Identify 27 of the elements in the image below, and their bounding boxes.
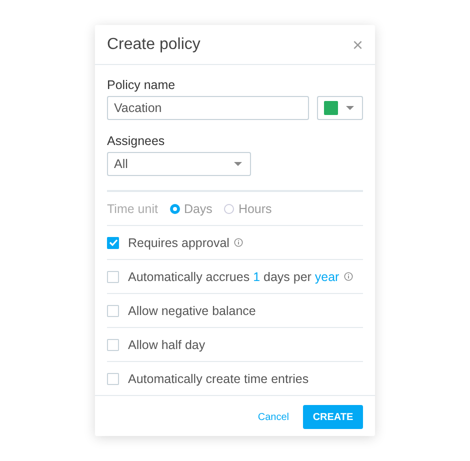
option-label: Automatically accrues 1 days per year: [128, 270, 340, 284]
input-field[interactable]: Vacation: [107, 96, 309, 120]
close-button[interactable]: ×: [352, 36, 363, 54]
cancel-link[interactable]: Cancel: [258, 412, 289, 422]
option-label: Allow negative balance: [128, 304, 256, 318]
caret-icon: [346, 106, 354, 110]
checkbox[interactable]: [107, 304, 119, 316]
field-label: Assignees: [107, 134, 166, 148]
amount-link[interactable]: 1: [253, 270, 260, 284]
option-label: Requires approval: [128, 236, 230, 250]
radio-option[interactable]: Days: [170, 202, 212, 216]
period-link[interactable]: year: [314, 270, 340, 284]
create-button[interactable]: CREATE: [303, 405, 363, 429]
time-unit-label: Time unit: [107, 202, 158, 216]
checkbox[interactable]: [107, 236, 119, 248]
assignees-dropdown[interactable]: All: [107, 152, 251, 176]
dropdown-value: All: [114, 157, 128, 171]
color-picker[interactable]: [317, 96, 363, 120]
checkbox[interactable]: [107, 338, 119, 350]
checkbox[interactable]: [107, 270, 119, 282]
radio-option[interactable]: Hours: [224, 202, 272, 216]
caret-icon: [234, 162, 242, 166]
checkbox[interactable]: [107, 372, 119, 384]
dialog-title: Create policy: [107, 36, 200, 54]
field-label: Policy name: [107, 78, 176, 92]
option-label: Allow half day: [128, 338, 206, 352]
option-label: Automatically create time entries: [128, 372, 309, 386]
